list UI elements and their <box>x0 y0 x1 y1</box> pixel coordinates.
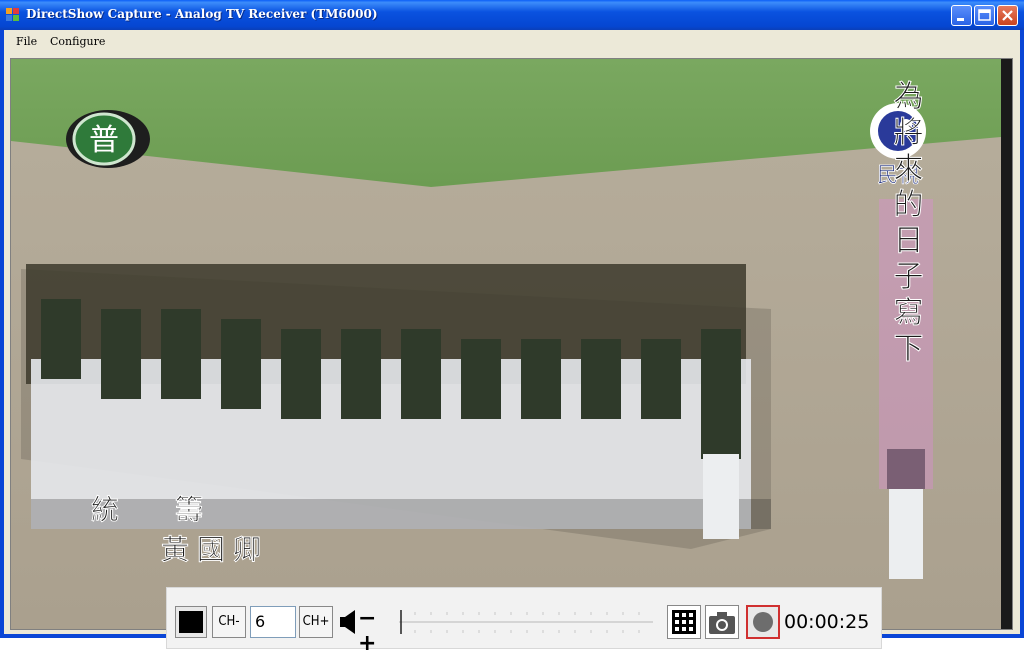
record-button[interactable] <box>746 605 780 639</box>
minimize-icon <box>957 18 964 21</box>
title-bar[interactable]: DirectShow Capture - Analog TV Receiver … <box>0 0 1024 30</box>
volume-slider[interactable] <box>395 608 657 636</box>
caption-line-1: 統 籌 <box>91 493 203 526</box>
application-window: DirectShow Capture - Analog TV Receiver … <box>0 0 1024 656</box>
camera-icon <box>709 612 735 634</box>
video-preview: 普 民視 為將來的日子寫下 統 籌 黃國卿 CH- 6 CH+ −+ 00:00… <box>10 58 1013 656</box>
volume-label: −+ <box>358 606 376 656</box>
snapshot-button[interactable] <box>705 605 739 639</box>
channel-input[interactable]: 6 <box>250 606 296 638</box>
channel-down-button[interactable]: CH- <box>212 606 246 638</box>
elapsed-time: 00:00:25 <box>784 611 870 633</box>
slider-track <box>399 610 653 634</box>
playback-control-bar: CH- 6 CH+ −+ 00:00:25 <box>166 587 882 656</box>
app-icon <box>6 8 19 21</box>
vertical-caption: 為將來的日子寫下 <box>888 80 924 368</box>
menu-configure[interactable]: Configure <box>50 35 105 48</box>
grid-icon <box>672 610 696 634</box>
video-scene: 普 民視 為將來的日子寫下 統 籌 黃國卿 <box>11 59 1012 629</box>
maximize-icon <box>978 9 991 21</box>
volume-control[interactable]: −+ <box>339 606 387 656</box>
stop-icon <box>179 611 203 633</box>
close-icon <box>1002 10 1013 21</box>
minimize-button[interactable] <box>951 5 972 26</box>
station-badge-text: 普 <box>89 123 119 158</box>
caption-line-2: 黃國卿 <box>161 533 269 566</box>
maximize-button[interactable] <box>974 5 995 26</box>
close-button[interactable] <box>997 5 1018 26</box>
record-icon <box>753 612 773 632</box>
station-badge: 普 <box>66 110 150 168</box>
window-title: DirectShow Capture - Analog TV Receiver … <box>26 7 378 21</box>
channel-up-button[interactable]: CH+ <box>299 606 333 638</box>
grid-button[interactable] <box>667 605 701 639</box>
client-area: File Configure 普 民視 為將來的日子寫下 統 籌 黃國卿 CH-… <box>4 30 1020 656</box>
menu-file[interactable]: File <box>16 35 37 48</box>
menu-bar: File Configure <box>4 30 1020 52</box>
stop-button[interactable] <box>175 606 207 638</box>
